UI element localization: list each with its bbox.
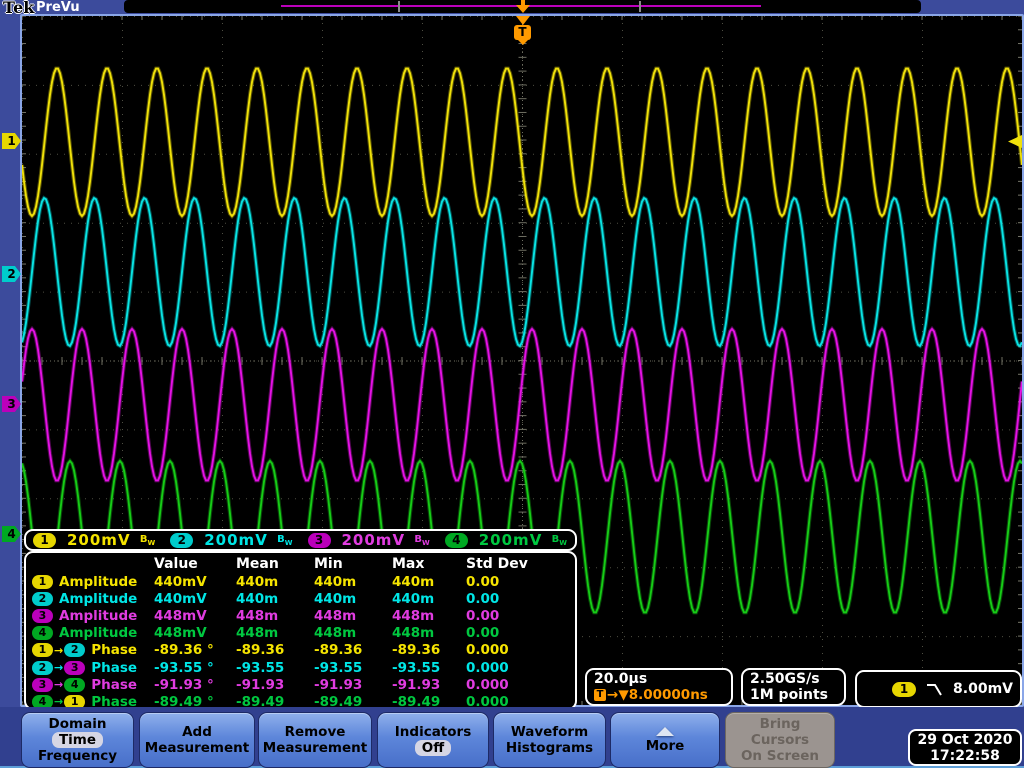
col-value: Value [154,556,236,572]
time: 17:22:58 [910,748,1020,764]
menu-button-remove-measurement[interactable]: Remove Measurement [258,712,372,768]
acquisition-readout[interactable]: 2.50GS/s 1M points [741,668,846,706]
record-window-left-bracket [398,1,400,12]
selected-option: Time [52,732,103,748]
measurement-row-phase-2-3: 2→3Phase -93.55 °-93.55-93.55-93.550.000 [32,659,575,676]
channel-scale-bar: 1 200mV BW 2 200mV BW 3 200mV BW 4 200mV… [24,529,577,551]
channel-3-badge[interactable]: 3 [308,533,331,548]
datetime-display: 29 Oct 2020 17:22:58 [908,729,1022,766]
channel-1-bandwidth-icon: BW [140,534,155,547]
channel-3-badge: 3 [64,661,85,675]
channel-4-scale[interactable]: 200mV [479,531,543,549]
record-window-right-bracket [639,1,641,12]
col-min: Min [314,556,392,572]
measurement-table: Value Mean Min Max Std Dev 1Amplitude 44… [24,551,577,710]
channel-3-badge: 3 [32,678,53,692]
col-max: Max [392,556,466,572]
channel-4-badge[interactable]: 4 [445,533,468,548]
date: 29 Oct 2020 [910,732,1020,748]
trigger-source-badge: 1 [892,682,916,697]
up-triangle-icon [656,727,674,736]
channel-3-bandwidth-icon: BW [414,534,429,547]
channel-2-bandwidth-icon: BW [277,534,292,547]
sample-rate: 2.50GS/s [750,671,837,687]
trigger-readout[interactable]: 1 8.00mV [855,670,1022,708]
menu-button-domain[interactable]: Domain Time Frequency [21,712,134,768]
trigger-t-icon: T [514,25,531,40]
col-stddev: Std Dev [466,556,575,572]
trigger-t-icon: T [594,689,606,701]
arrow-icon: → [54,644,63,657]
channel-1-badge: 1 [32,575,53,589]
col-mean: Mean [236,556,314,572]
channel-3-scale[interactable]: 200mV [342,531,406,549]
channel-2-scale[interactable]: 200mV [204,531,268,549]
trigger-level: 8.00mV [953,681,1013,697]
channel-2-badge: 2 [64,643,85,657]
horizontal-readout[interactable]: 20.0µs T→▼8.00000ns [585,668,733,706]
menu-button-indicators[interactable]: Indicators Off [377,712,489,768]
top-status-bar: Tek PreVu [0,0,1024,15]
trigger-position-marker[interactable]: T [514,16,532,44]
channel-2-readout: 2 200mV BW [163,531,300,549]
channel-1-badge: 1 [32,643,53,657]
channel-4-badge: 4 [64,678,85,692]
channel-4-position-marker[interactable]: 4 [2,526,21,542]
channel-1-badge[interactable]: 1 [33,533,56,548]
channel-2-badge: 2 [32,592,53,606]
measurement-row-phase-3-4: 3→4Phase -91.93 °-91.93-91.93-91.930.000 [32,676,575,693]
time-per-div: 20.0µs [594,671,724,687]
channel-2-badge: 2 [32,661,53,675]
measurement-row-ch1-amplitude: 1Amplitude 440mV440m440m440m0.00 [32,573,575,590]
acquisition-status: PreVu [36,0,80,15]
bottom-menu-bar: Domain Time Frequency Add Measurement Re… [0,707,1024,768]
channel-4-badge: 4 [32,626,53,640]
record-trigger-position-icon[interactable] [516,0,530,13]
channel-3-badge: 3 [32,609,53,623]
selected-option: Off [415,740,451,756]
channel-1-scale[interactable]: 200mV [67,531,131,549]
channel-1-readout: 1 200mV BW [26,531,163,549]
delay-readout: T→▼8.00000ns [594,687,724,703]
record-view-bar [124,0,921,13]
menu-button-waveform-histograms[interactable]: Waveform Histograms [493,712,606,768]
arrow-icon: → [54,678,63,691]
record-length: 1M points [750,687,837,703]
menu-button-bring-cursors: Bring Cursors On Screen [725,712,835,768]
measurement-row-ch3-amplitude: 3Amplitude 448mV448m448m448m0.00 [32,607,575,624]
falling-edge-icon [926,682,943,697]
channel-4-readout: 4 200mV BW [438,531,575,549]
measurement-row-ch2-amplitude: 2Amplitude 440mV440m440m440m0.00 [32,590,575,607]
graticule-display: T 1 200mV BW 2 200mV BW 3 200mV BW 4 [20,14,1024,707]
channel-3-readout: 3 200mV BW [301,531,438,549]
oscilloscope-screen: Tek PreVu T 1 200mV BW 2 [0,0,1024,768]
measurement-row-ch4-amplitude: 4Amplitude 448mV448m448m448m0.00 [32,625,575,642]
channel-2-position-marker[interactable]: 2 [2,266,21,282]
channel-2-badge[interactable]: 2 [170,533,193,548]
channel-4-bandwidth-icon: BW [552,534,567,547]
measurement-row-phase-1-2: 1→2Phase -89.36 °-89.36-89.36-89.360.000 [32,642,575,659]
measurement-table-header: Value Mean Min Max Std Dev [32,554,575,573]
channel-1-position-marker[interactable]: 1 [2,133,21,149]
channel-3-position-marker[interactable]: 3 [2,396,21,412]
trigger-arrow-icon [516,16,530,25]
arrow-icon: → [54,661,63,674]
menu-button-more[interactable]: More [610,712,720,768]
menu-button-add-measurement[interactable]: Add Measurement [139,712,255,768]
